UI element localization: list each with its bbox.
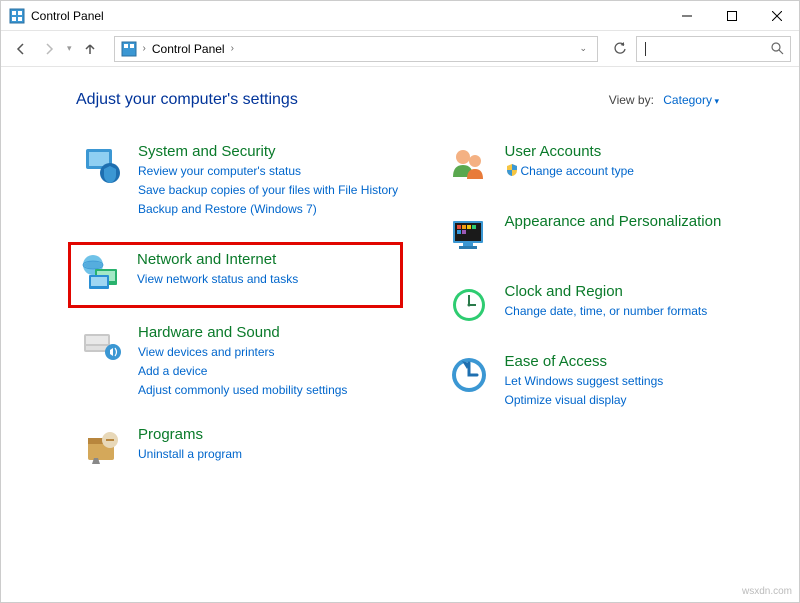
back-button[interactable]: [9, 37, 33, 61]
maximize-button[interactable]: [709, 1, 754, 30]
category-link[interactable]: Adjust commonly used mobility settings: [138, 381, 347, 400]
content-area: Adjust your computer's settings View by:…: [1, 67, 799, 492]
page-heading: Adjust your computer's settings: [76, 91, 298, 109]
view-by-value[interactable]: Category: [663, 93, 719, 107]
category-link[interactable]: View network status and tasks: [137, 270, 298, 289]
user-accounts-icon[interactable]: [447, 143, 491, 187]
forward-button[interactable]: [37, 37, 61, 61]
category-link[interactable]: Change date, time, or number formats: [505, 302, 708, 321]
uac-shield-icon: [505, 163, 519, 177]
programs-icon[interactable]: [80, 426, 124, 470]
network-internet-icon[interactable]: [79, 251, 123, 295]
category-link[interactable]: View devices and printers: [138, 343, 347, 362]
category-link[interactable]: Backup and Restore (Windows 7): [138, 200, 398, 219]
search-input[interactable]: [636, 36, 791, 62]
close-button[interactable]: [754, 1, 799, 30]
clock-region-icon[interactable]: [447, 283, 491, 327]
category-link[interactable]: Change account type: [505, 162, 634, 181]
category-title[interactable]: Network and Internet: [137, 251, 298, 268]
category-link[interactable]: Save backup copies of your files with Fi…: [138, 181, 398, 200]
category-title[interactable]: Clock and Region: [505, 283, 708, 300]
view-by-selector[interactable]: View by: Category: [609, 93, 719, 107]
category-title[interactable]: Appearance and Personalization: [505, 213, 722, 230]
breadcrumb-sep-icon[interactable]: ›: [143, 43, 146, 54]
category-ease-of-access: Ease of Access Let Windows suggest setti…: [443, 349, 770, 414]
window-title: Control Panel: [31, 9, 104, 23]
category-title[interactable]: Hardware and Sound: [138, 324, 347, 341]
breadcrumb-root[interactable]: Control Panel: [152, 42, 225, 56]
category-network-internet: Network and Internet View network status…: [68, 242, 403, 308]
control-panel-icon: [9, 8, 25, 24]
navbar: ▾ › Control Panel › ⌄: [1, 31, 799, 67]
category-user-accounts: User Accounts Change account type: [443, 139, 770, 191]
recent-locations-dropdown[interactable]: ▾: [65, 43, 74, 54]
category-programs: Programs Uninstall a program: [76, 422, 403, 474]
category-column-left: System and Security Review your computer…: [76, 139, 403, 492]
category-link[interactable]: Let Windows suggest settings: [505, 372, 664, 391]
refresh-button[interactable]: [608, 37, 632, 61]
category-title[interactable]: System and Security: [138, 143, 398, 160]
category-link[interactable]: Add a device: [138, 362, 347, 381]
control-panel-icon: [121, 41, 137, 57]
address-dropdown-icon[interactable]: ⌄: [579, 43, 587, 54]
category-clock-region: Clock and Region Change date, time, or n…: [443, 279, 770, 331]
system-security-icon[interactable]: [80, 143, 124, 187]
category-column-right: User Accounts Change account type: [443, 139, 770, 492]
watermark: wsxdn.com: [742, 586, 792, 597]
search-icon: [771, 42, 784, 55]
up-button[interactable]: [78, 37, 102, 61]
category-hardware-sound: Hardware and Sound View devices and prin…: [76, 320, 403, 405]
category-title[interactable]: Programs: [138, 426, 242, 443]
category-link[interactable]: Review your computer's status: [138, 162, 398, 181]
category-title[interactable]: User Accounts: [505, 143, 634, 160]
category-system-security: System and Security Review your computer…: [76, 139, 403, 224]
category-link[interactable]: Optimize visual display: [505, 391, 664, 410]
ease-of-access-icon[interactable]: [447, 353, 491, 397]
address-bar[interactable]: › Control Panel › ⌄: [114, 36, 598, 62]
category-appearance-personalization: Appearance and Personalization: [443, 209, 770, 261]
view-by-label: View by:: [609, 93, 654, 107]
appearance-icon[interactable]: [447, 213, 491, 257]
breadcrumb-sep-icon[interactable]: ›: [231, 43, 234, 54]
category-link[interactable]: Uninstall a program: [138, 445, 242, 464]
minimize-button[interactable]: [664, 1, 709, 30]
hardware-sound-icon[interactable]: [80, 324, 124, 368]
category-title[interactable]: Ease of Access: [505, 353, 664, 370]
titlebar: Control Panel: [1, 1, 799, 31]
